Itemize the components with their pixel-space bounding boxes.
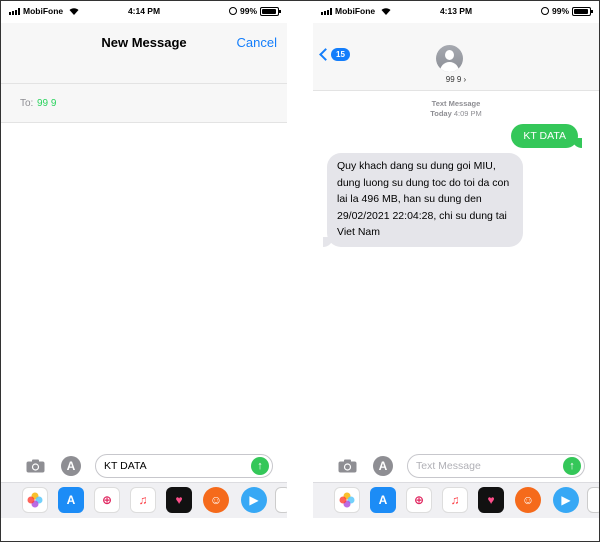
image-search-icon[interactable]: ⊕ bbox=[94, 487, 120, 513]
app-drawer: A ⊕ ♫ ♥ ☺ ▶ bbox=[313, 482, 599, 518]
contact-avatar[interactable] bbox=[436, 45, 463, 72]
avatar-torso bbox=[440, 62, 459, 72]
music-icon[interactable]: ♫ bbox=[130, 487, 156, 513]
outgoing-message-bubble[interactable]: KT DATA bbox=[511, 124, 582, 148]
status-bar: MobiFone 4:13 PM 99% bbox=[313, 1, 599, 23]
cancel-button[interactable]: Cancel bbox=[237, 35, 277, 50]
back-button[interactable]: 15 bbox=[319, 48, 350, 61]
home-area bbox=[1, 519, 287, 541]
message-input-bar: A ↑ bbox=[1, 451, 287, 481]
app-store-icon[interactable]: A bbox=[370, 487, 396, 513]
battery-icon bbox=[572, 6, 593, 16]
new-message-screen: MobiFone 4:14 PM 99% New Message Cancel … bbox=[1, 1, 287, 541]
status-bar: MobiFone 4:14 PM 99% bbox=[1, 1, 287, 23]
app-store-icon[interactable]: A bbox=[58, 487, 84, 513]
battery-icon bbox=[260, 6, 281, 16]
image-search-icon[interactable]: ⊕ bbox=[406, 487, 432, 513]
incoming-message-bubble[interactable]: Quy khach dang su dung goi MIU, dung luo… bbox=[323, 153, 523, 247]
message-field[interactable]: ↑ bbox=[95, 454, 273, 478]
conversation-header: 15 99 9 › bbox=[313, 23, 599, 91]
photos-icon[interactable] bbox=[22, 487, 48, 513]
message-input[interactable] bbox=[416, 458, 556, 474]
orientation-lock-icon bbox=[540, 7, 549, 15]
status-right: 99% bbox=[228, 6, 281, 16]
animoji-icon[interactable]: ☺ bbox=[203, 487, 229, 513]
message-input-bar: A ↑ bbox=[313, 451, 599, 481]
conversation-screen: MobiFone 4:13 PM 99% 15 99 9 › Text Mess… bbox=[313, 1, 599, 541]
app-store-drawer-icon[interactable]: A bbox=[373, 456, 393, 476]
contact-name[interactable]: 99 9 › bbox=[313, 75, 599, 84]
app-store-drawer-icon[interactable]: A bbox=[61, 456, 81, 476]
battery-percent: 99% bbox=[239, 6, 257, 16]
camera-icon[interactable] bbox=[338, 459, 357, 473]
camera-icon[interactable] bbox=[26, 459, 45, 473]
thread-kind: Text Message bbox=[431, 99, 481, 108]
music-icon[interactable]: ♫ bbox=[442, 487, 468, 513]
unread-count-badge: 15 bbox=[331, 48, 350, 61]
video-icon[interactable]: ▶ bbox=[553, 487, 579, 513]
new-message-header bbox=[1, 23, 287, 83]
status-right: 99% bbox=[540, 6, 593, 16]
to-label: To: bbox=[20, 98, 34, 109]
orientation-lock-icon bbox=[228, 7, 237, 15]
to-field[interactable]: To: 99 9 bbox=[1, 83, 287, 123]
more-icon[interactable] bbox=[275, 487, 287, 513]
thread-time: 4:09 PM bbox=[453, 109, 482, 118]
thread-day: Today bbox=[430, 109, 452, 118]
app-drawer: A ⊕ ♫ ♥ ☺ ▶ bbox=[1, 482, 287, 518]
send-button[interactable]: ↑ bbox=[251, 457, 269, 475]
animoji-icon[interactable]: ☺ bbox=[515, 487, 541, 513]
message-input[interactable] bbox=[104, 458, 244, 474]
heart-icon[interactable]: ♥ bbox=[478, 487, 504, 513]
avatar-head bbox=[445, 50, 454, 60]
recipient-token[interactable]: 99 9 bbox=[37, 98, 56, 109]
send-button[interactable]: ↑ bbox=[563, 457, 581, 475]
heart-icon[interactable]: ♥ bbox=[166, 487, 192, 513]
battery-percent: 99% bbox=[551, 6, 569, 16]
thread-meta: Text Message Today 4:09 PM bbox=[313, 99, 599, 119]
photos-icon[interactable] bbox=[334, 487, 360, 513]
more-icon[interactable] bbox=[587, 487, 599, 513]
home-area bbox=[313, 519, 599, 541]
chevron-left-icon bbox=[319, 48, 332, 61]
message-field[interactable]: ↑ bbox=[407, 454, 585, 478]
video-icon[interactable]: ▶ bbox=[241, 487, 267, 513]
